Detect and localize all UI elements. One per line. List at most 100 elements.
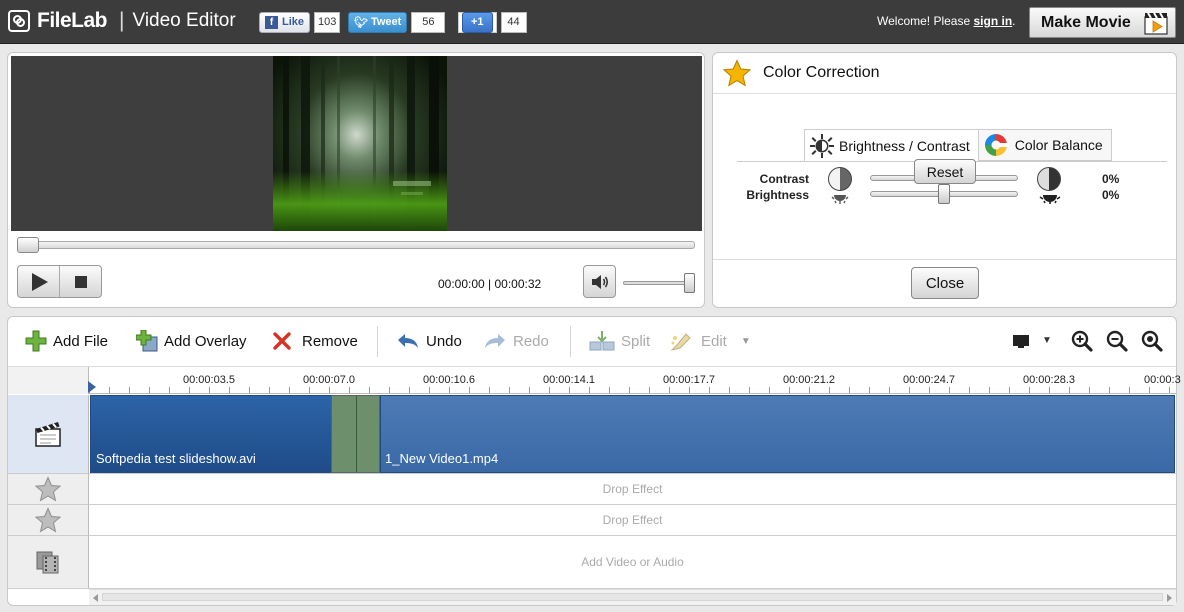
tick-label: 00:00:21.2 [783, 374, 835, 386]
clapperboard-icon [35, 422, 61, 447]
undo-button[interactable]: Undo [396, 330, 462, 352]
media-track[interactable]: Add Video or Audio [89, 536, 1176, 589]
volume-slider[interactable] [623, 273, 695, 293]
tick-label: 00:00:3 [1144, 374, 1181, 386]
add-media-hint: Add Video or Audio [581, 555, 684, 569]
video-frame [273, 56, 447, 231]
undo-label: Undo [426, 332, 462, 350]
effect-track-header [8, 505, 89, 536]
video-track-header [8, 395, 89, 474]
color-wheel-icon [984, 134, 1009, 156]
media-track-header [8, 536, 89, 589]
redo-button[interactable]: Redo [483, 330, 549, 352]
play-button[interactable] [18, 266, 59, 297]
gold-star-icon [723, 59, 751, 87]
time-ruler[interactable]: 00:00:03.5 00:00:07.0 00:00:10.6 00:00:1… [8, 366, 1181, 394]
close-button[interactable]: Close [911, 267, 979, 299]
brightness-low-icon [831, 195, 849, 204]
welcome-text: Welcome! Please [877, 14, 974, 28]
remove-button[interactable]: Remove [272, 330, 358, 352]
monitor-icon[interactable] [1011, 329, 1035, 353]
filelab-logo-icon [8, 10, 30, 32]
effect-track-1[interactable]: Drop Effect [89, 474, 1176, 505]
drop-effect-hint: Drop Effect [602, 513, 663, 527]
app-logo[interactable]: FileLab | Video Editor [8, 9, 236, 33]
panel-footer-divider [713, 259, 1176, 260]
mute-button[interactable] [583, 265, 616, 298]
edit-dropdown-icon[interactable]: ▼ [741, 336, 751, 347]
like-label: Like [282, 16, 305, 28]
brightness-thumb[interactable] [938, 184, 950, 204]
brand-name: FileLab [37, 9, 108, 32]
make-movie-label: Make Movie [1041, 13, 1131, 31]
brightness-icon [810, 133, 834, 158]
stop-button[interactable] [59, 266, 101, 297]
plusone-button[interactable]: +1 [462, 11, 493, 33]
video-clip[interactable]: 1_New Video1.mp4 [380, 395, 1175, 473]
transition-clip[interactable] [331, 395, 380, 473]
add-overlay-label: Add Overlay [164, 332, 247, 350]
google-plusone: +1 44 [458, 11, 527, 33]
volume-thumb[interactable] [684, 273, 695, 293]
redo-icon [485, 334, 505, 348]
video-viewport [11, 56, 702, 231]
scroll-right-icon[interactable] [1167, 594, 1172, 602]
timeline-scrollbar[interactable] [89, 589, 1176, 605]
facebook-like: f Like 103 [259, 11, 341, 33]
scrollbar-thumb[interactable] [102, 593, 1163, 601]
tick-label: 00:00:17.7 [663, 374, 715, 386]
tweet-button[interactable]: 🐦︎ Tweet [348, 11, 408, 33]
tab-brightness-contrast[interactable]: Brightness / Contrast [804, 129, 979, 161]
sign-in-link[interactable]: sign in [974, 14, 1013, 28]
edit-button[interactable]: Edit ▼ [669, 330, 751, 352]
add-icon [25, 330, 47, 352]
redo-label: Redo [513, 332, 549, 350]
contrast-high-icon [1037, 167, 1061, 191]
scroll-left-icon[interactable] [93, 594, 98, 602]
clip-name: 1_New Video1.mp4 [385, 451, 499, 466]
preview-panel: 00:00:00 | 00:00:32 [7, 52, 705, 308]
add-file-button[interactable]: Add File [25, 330, 108, 352]
effect-track-2[interactable]: Drop Effect [89, 505, 1176, 536]
twitter-tweet: 🐦︎ Tweet 56 [348, 11, 446, 33]
welcome-suffix: . [1012, 14, 1016, 28]
zoom-out-icon[interactable] [1105, 329, 1129, 353]
facebook-like-button[interactable]: f Like [259, 11, 311, 33]
zoom-fit-icon[interactable] [1140, 329, 1164, 353]
clip-name: Softpedia test slideshow.avi [96, 451, 256, 466]
clapperboard-icon [1144, 12, 1168, 35]
monitor-dropdown-icon[interactable]: ▼ [1042, 335, 1052, 346]
top-bar: FileLab | Video Editor f Like 103 🐦︎ Twe… [0, 0, 1184, 44]
video-clip[interactable]: Softpedia test slideshow.avi [90, 395, 332, 473]
seek-bar[interactable] [17, 237, 695, 253]
stop-icon [74, 275, 87, 288]
grass-overlay [273, 171, 447, 231]
add-overlay-icon [136, 330, 158, 352]
playback-controls [17, 265, 102, 298]
timeline-panel: Add File Add Overlay Remove Undo Redo Sp… [7, 316, 1181, 606]
make-movie-button[interactable]: Make Movie [1029, 7, 1176, 38]
seek-thumb[interactable] [17, 237, 39, 253]
effect-track-header [8, 474, 89, 505]
timecode-display: 00:00:00 | 00:00:32 [438, 277, 542, 291]
split-button[interactable]: Split [589, 330, 650, 352]
tab-color-balance[interactable]: Color Balance [978, 129, 1112, 161]
add-overlay-button[interactable]: Add Overlay [136, 330, 247, 352]
zoom-in-icon[interactable] [1070, 329, 1094, 353]
reset-button[interactable]: Reset [914, 159, 976, 184]
timeline-toolbar: Add File Add Overlay Remove Undo Redo Sp… [8, 317, 1176, 365]
tab-label: Brightness / Contrast [839, 137, 970, 154]
panel-header: Color Correction [713, 53, 1176, 94]
filmstrip-icon [36, 551, 59, 574]
welcome-message: Welcome! Please sign in. [877, 14, 1016, 28]
product-name: Video Editor [132, 10, 236, 31]
brightness-slider[interactable] [870, 184, 1018, 204]
play-icon [32, 272, 48, 291]
edit-icon [670, 333, 691, 351]
ruler-corner [8, 367, 89, 394]
brightness-high-icon [1039, 195, 1061, 204]
toolbar-divider [377, 326, 378, 357]
contrast-label: Contrast [759, 172, 809, 186]
split-label: Split [621, 332, 651, 350]
color-correction-panel: Color Correction Brightness / Contrast C… [712, 52, 1177, 308]
